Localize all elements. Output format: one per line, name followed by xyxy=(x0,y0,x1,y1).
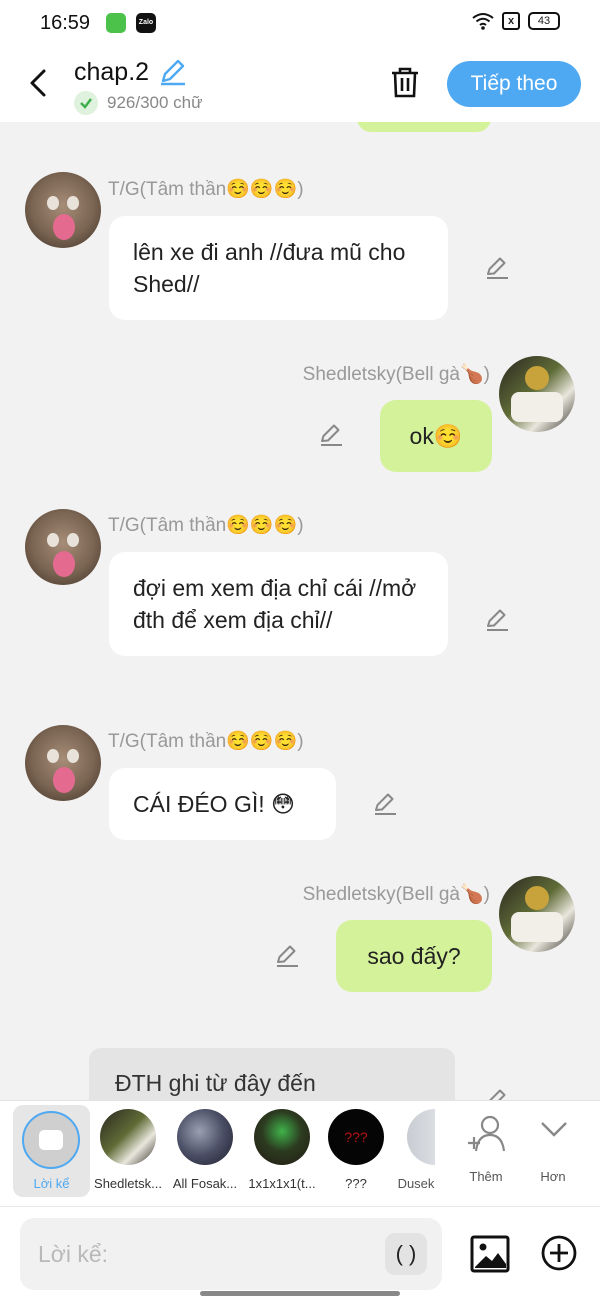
home-indicator[interactable] xyxy=(200,1291,400,1296)
check-icon xyxy=(74,91,98,115)
avatar-tg[interactable] xyxy=(25,725,101,801)
message-input[interactable] xyxy=(38,1236,368,1272)
zalo-notification-icon: Zalo xyxy=(136,13,156,33)
sender-name: Shedletsky(Bell gà🍗) xyxy=(302,884,490,905)
avatar-tg[interactable] xyxy=(25,172,101,248)
character-label: Dusek xyxy=(397,1176,435,1191)
character-unknown[interactable]: ??? ??? xyxy=(316,1101,396,1207)
message-bubble[interactable]: ok☺️ xyxy=(380,400,492,472)
more-button[interactable]: Hơn xyxy=(513,1101,593,1207)
page-title: chap.2 xyxy=(74,58,150,86)
battery-icon: 43 xyxy=(528,12,560,30)
avatar-shedletsky[interactable] xyxy=(499,356,575,432)
status-bar: 16:59 Zalo x 43 xyxy=(0,0,600,46)
status-time: 16:59 xyxy=(40,12,91,34)
app-notification-icon xyxy=(106,13,126,33)
previous-message-bubble xyxy=(357,122,491,132)
edit-message-icon[interactable] xyxy=(274,942,300,968)
parenthesis-button[interactable]: ( ) xyxy=(385,1233,427,1275)
character-label: 1x1x1x1(t... xyxy=(248,1176,316,1191)
message-bubble[interactable]: CÁI ĐÉO GÌ! 😳 xyxy=(109,768,336,840)
narrator-icon xyxy=(22,1111,80,1169)
character-avatar xyxy=(100,1109,156,1165)
character-avatar xyxy=(177,1109,233,1165)
edit-message-icon[interactable] xyxy=(484,1086,510,1100)
chevron-down-icon xyxy=(541,1122,567,1137)
back-arrow-icon[interactable] xyxy=(24,66,54,100)
wifi-icon xyxy=(472,13,494,30)
input-bar: ( ) xyxy=(0,1206,600,1300)
character-all-forsaken[interactable]: All Fosak... xyxy=(165,1101,245,1207)
sender-name: T/G(Tâm thần☺️☺️☺️) xyxy=(108,731,304,752)
edit-title-icon[interactable] xyxy=(158,58,188,86)
narration-bubble[interactable]: ĐTH ghi từ đây đến xyxy=(89,1048,455,1100)
message-input-container: ( ) xyxy=(20,1218,442,1290)
message-bubble[interactable]: đợi em xem địa chỉ cái //mở đth để xem đ… xyxy=(109,552,448,656)
edit-message-icon[interactable] xyxy=(372,790,398,816)
character-dusek[interactable]: Dusek xyxy=(393,1101,435,1207)
word-count: 926/300 chữ xyxy=(107,93,203,112)
character-selector: Lời kể Shedletsk... All Fosak... 1x1x1x1… xyxy=(0,1100,600,1206)
avatar-tg[interactable] xyxy=(25,509,101,585)
next-button[interactable]: Tiếp theo xyxy=(447,61,581,107)
character-shedletsky[interactable]: Shedletsk... xyxy=(88,1101,168,1207)
character-1x1x1x1[interactable]: 1x1x1x1(t... xyxy=(242,1101,322,1207)
character-label: Lời kể xyxy=(33,1176,70,1191)
sender-name: T/G(Tâm thần☺️☺️☺️) xyxy=(108,179,304,200)
trash-icon[interactable] xyxy=(387,64,423,100)
sim-icon: x xyxy=(502,12,520,30)
avatar-shedletsky[interactable] xyxy=(499,876,575,952)
sender-name: T/G(Tâm thần☺️☺️☺️) xyxy=(108,515,304,536)
header-bar: chap.2 926/300 chữ Tiếp theo xyxy=(0,46,600,122)
sender-name: Shedletsky(Bell gà🍗) xyxy=(302,364,490,385)
character-avatar: ??? xyxy=(328,1109,384,1165)
character-avatar xyxy=(254,1109,310,1165)
message-bubble[interactable]: sao đấy? xyxy=(336,920,492,992)
character-label: ??? xyxy=(345,1176,367,1191)
chat-area[interactable]: T/G(Tâm thần☺️☺️☺️) lên xe đi anh //đưa … xyxy=(0,122,600,1100)
edit-message-icon[interactable] xyxy=(484,606,510,632)
status-right: x 43 xyxy=(472,12,560,30)
message-bubble[interactable]: lên xe đi anh //đưa mũ cho Shed// xyxy=(109,216,448,320)
character-avatar xyxy=(407,1109,435,1165)
character-label: Shedletsk... xyxy=(94,1176,162,1191)
character-label: All Fosak... xyxy=(172,1176,238,1191)
character-label: Hơn xyxy=(540,1169,566,1184)
add-person-icon xyxy=(468,1115,506,1152)
edit-message-icon[interactable] xyxy=(318,421,344,447)
add-icon[interactable] xyxy=(540,1234,578,1272)
image-icon[interactable] xyxy=(470,1234,510,1274)
character-narrator[interactable]: Lời kể xyxy=(13,1105,90,1197)
edit-message-icon[interactable] xyxy=(484,254,510,280)
